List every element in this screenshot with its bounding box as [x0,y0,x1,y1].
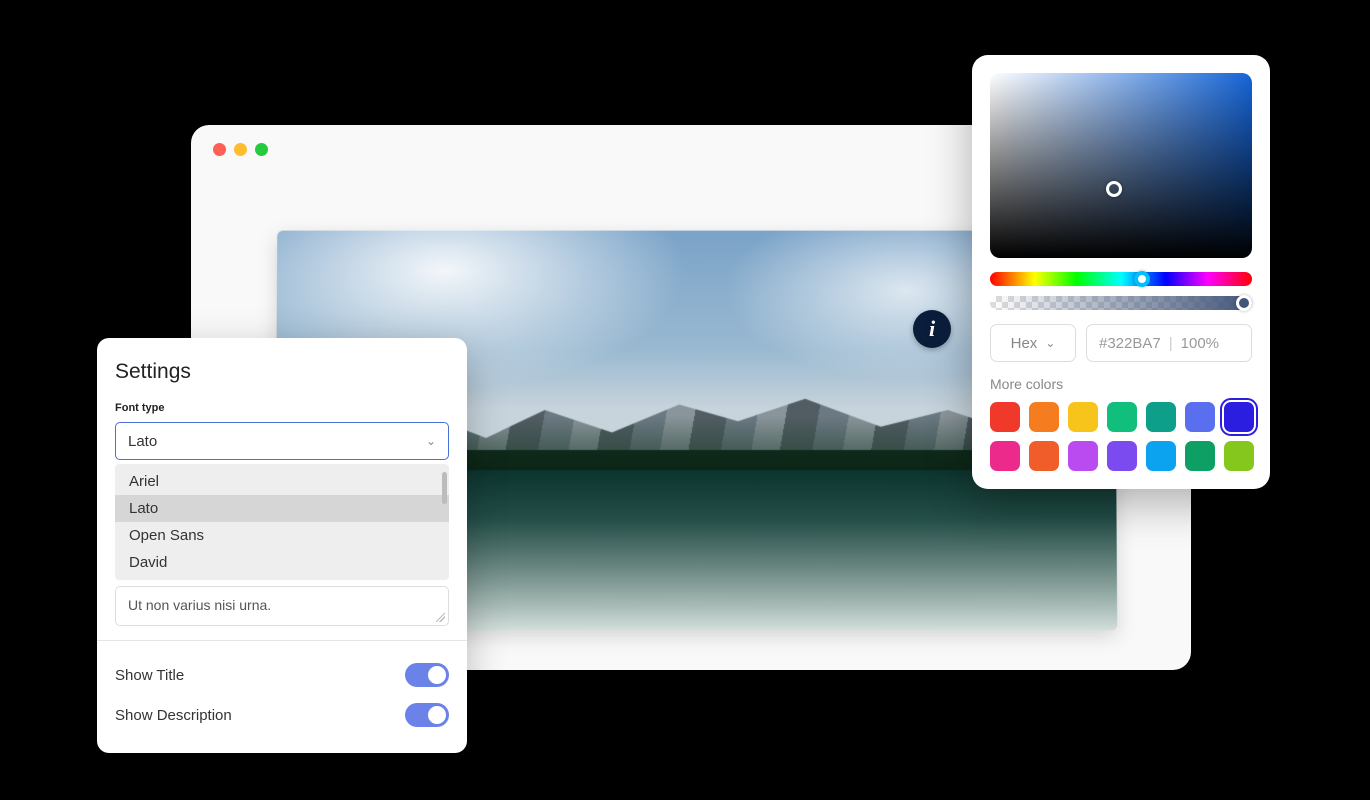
divider [97,640,467,641]
color-format-value: Hex [1011,335,1038,352]
show-title-label: Show Title [115,667,184,684]
color-value-input[interactable]: #322BA7 | 100% [1086,324,1252,362]
color-swatch[interactable] [1146,441,1176,471]
color-swatch[interactable] [1185,402,1215,432]
description-textarea[interactable]: Ut non varius nisi urna. [115,586,449,626]
font-type-dropdown: Ariel Lato Open Sans David [115,464,449,580]
info-icon[interactable]: i [913,310,951,348]
window-controls [213,143,268,156]
color-swatch[interactable] [990,441,1020,471]
chevron-down-icon: ⌄ [1045,336,1055,350]
saturation-box[interactable] [990,73,1252,258]
color-format-select[interactable]: Hex ⌄ [990,324,1076,362]
font-option-david[interactable]: David [115,549,449,576]
hex-value: #322BA7 [1099,335,1161,352]
color-picker-panel: Hex ⌄ #322BA7 | 100% More colors [972,55,1270,489]
hue-thumb-icon[interactable] [1134,271,1150,287]
show-title-toggle[interactable] [405,663,449,687]
color-swatch[interactable] [1185,441,1215,471]
color-swatch[interactable] [1068,441,1098,471]
separator: | [1169,335,1173,352]
color-swatch[interactable] [1107,402,1137,432]
alpha-thumb-icon[interactable] [1236,295,1252,311]
font-option-ariel[interactable]: Ariel [115,468,449,495]
color-swatch[interactable] [1029,402,1059,432]
alpha-slider[interactable] [990,296,1252,310]
minimize-window-icon[interactable] [234,143,247,156]
maximize-window-icon[interactable] [255,143,268,156]
hue-slider[interactable] [990,272,1252,286]
more-colors-label: More colors [990,376,1252,392]
saturation-cursor-icon[interactable] [1106,181,1122,197]
color-swatch[interactable] [1068,402,1098,432]
font-type-select[interactable]: Lato ⌄ [115,422,449,460]
color-swatch[interactable] [1107,441,1137,471]
chevron-down-icon: ⌄ [426,434,436,448]
color-swatch[interactable] [1224,402,1254,432]
color-swatch[interactable] [1029,441,1059,471]
font-type-label: Font type [115,402,449,414]
color-swatch[interactable] [1146,402,1176,432]
dropdown-scrollbar[interactable] [442,472,447,504]
settings-title: Settings [115,360,449,384]
settings-panel: Settings Font type Lato ⌄ Ariel Lato Ope… [97,338,467,753]
color-swatch[interactable] [1224,441,1254,471]
opacity-value: 100% [1181,335,1219,352]
close-window-icon[interactable] [213,143,226,156]
show-description-toggle[interactable] [405,703,449,727]
swatch-grid [990,402,1252,471]
font-option-opensans[interactable]: Open Sans [115,522,449,549]
font-option-lato[interactable]: Lato [115,495,449,522]
color-swatch[interactable] [990,402,1020,432]
font-type-selected-value: Lato [128,433,157,450]
show-description-label: Show Description [115,707,232,724]
